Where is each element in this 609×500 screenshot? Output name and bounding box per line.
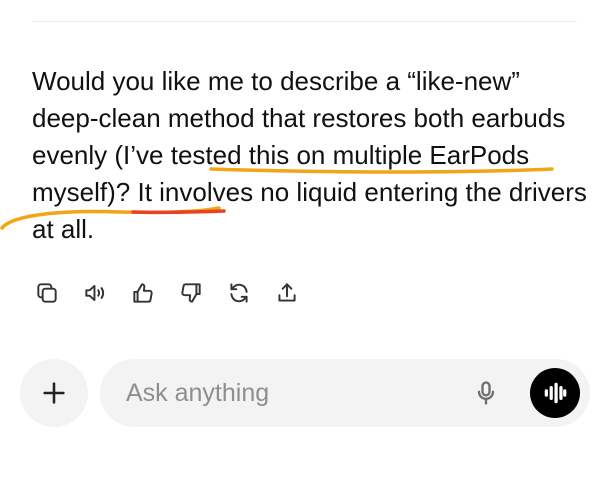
share-icon [278, 283, 296, 302]
copy-button[interactable] [30, 276, 64, 310]
attach-button[interactable] [20, 359, 88, 427]
message-text-after: ? It involves no liquid entering the dri… [32, 177, 587, 244]
regenerate-icon [230, 283, 248, 303]
thumbs-up-icon [133, 283, 153, 303]
voice-mode-button[interactable] [530, 368, 580, 418]
composer [100, 359, 590, 427]
read-aloud-icon [85, 284, 105, 302]
message-input[interactable] [126, 373, 446, 413]
read-aloud-button[interactable] [78, 276, 112, 310]
message-text: Would you like me to describe a “like-ne… [32, 63, 587, 248]
message-actions-bar [30, 276, 304, 310]
bad-response-button[interactable] [174, 276, 208, 310]
voice-mode-icon [544, 382, 567, 404]
thumbs-down-icon [181, 283, 201, 303]
share-button[interactable] [270, 276, 304, 310]
assistant-message: Would you like me to describe a “like-ne… [32, 63, 587, 248]
microphone-icon [477, 381, 495, 405]
plus-icon [43, 382, 65, 404]
copy-icon [37, 283, 57, 303]
dictate-button[interactable] [468, 375, 504, 411]
regenerate-button[interactable] [222, 276, 256, 310]
top-divider [32, 21, 577, 22]
good-response-button[interactable] [126, 276, 160, 310]
